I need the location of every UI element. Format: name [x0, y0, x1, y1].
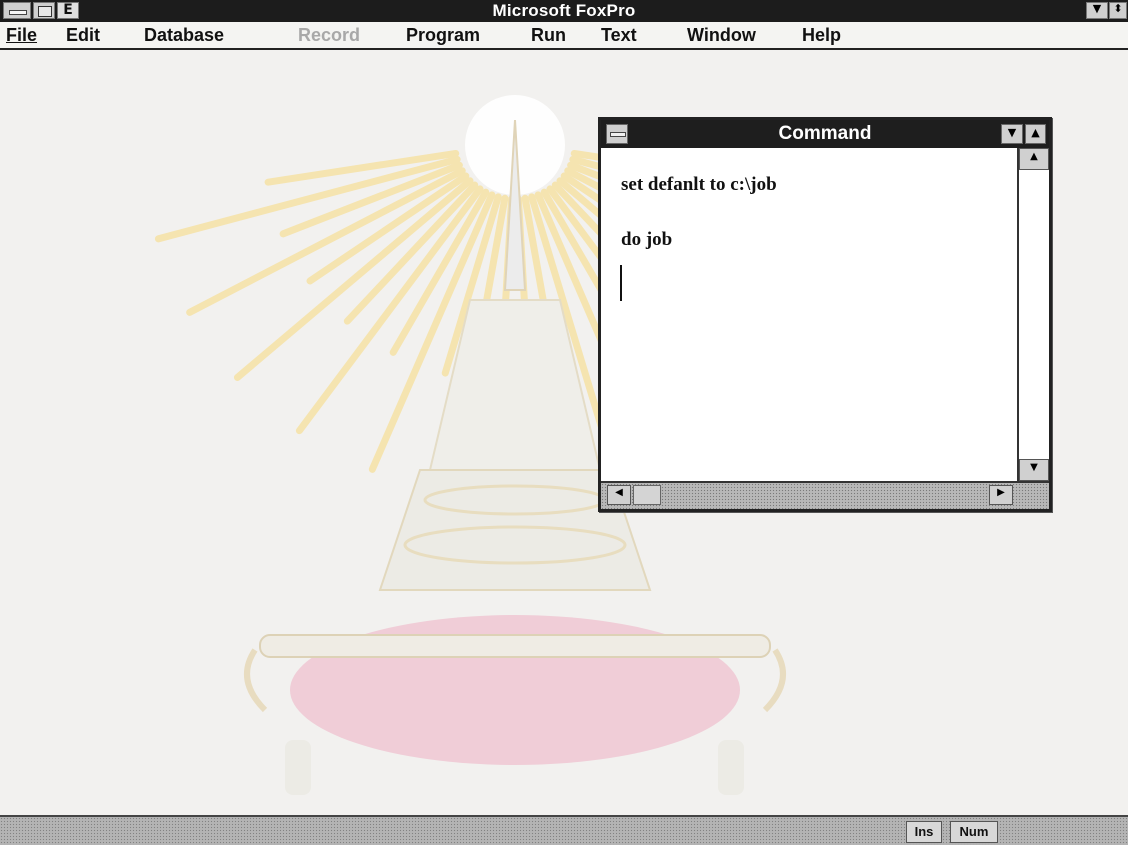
command-line: set defanlt to c:\job — [621, 174, 777, 195]
text-caret — [620, 265, 622, 301]
scroll-up-icon[interactable]: ▲ — [1019, 148, 1049, 170]
maximize-icon[interactable]: ⬍ — [1109, 2, 1127, 19]
menu-database[interactable]: Database — [144, 25, 224, 46]
status-bar: Ins Num — [0, 815, 1128, 845]
menu-text[interactable]: Text — [601, 25, 637, 46]
menu-bar: File Edit Database Record Program Run Te… — [0, 22, 1128, 50]
command-window[interactable]: Command ▼ ▲ set defanlt to c:\job do job… — [598, 117, 1052, 512]
scroll-left-icon[interactable]: ◀ — [607, 485, 631, 505]
scroll-right-icon[interactable]: ▶ — [989, 485, 1013, 505]
menu-file-label: File — [6, 25, 38, 45]
scroll-down-icon[interactable]: ▼ — [1019, 459, 1049, 481]
app-title: Microsoft FoxPro — [492, 1, 636, 20]
menu-help[interactable]: Help — [802, 25, 841, 46]
menu-window-label: Window — [687, 25, 756, 45]
minimize-icon[interactable]: ▼ — [1086, 2, 1108, 19]
menu-record[interactable]: Record — [298, 25, 360, 46]
menu-run[interactable]: Run — [531, 25, 566, 46]
command-window-title: Command — [778, 123, 872, 144]
menu-run-label: Run — [531, 25, 566, 45]
emblem-ray — [343, 181, 479, 325]
menu-program-label: Program — [406, 25, 481, 45]
menu-program[interactable]: Program — [406, 25, 480, 46]
vertical-scrollbar[interactable]: ▲ ▼ — [1017, 148, 1049, 481]
insert-mode-indicator: Ins — [906, 821, 942, 843]
command-maximize-icon[interactable]: ▲ — [1025, 124, 1046, 144]
menu-text-label: Text — [601, 25, 637, 45]
menu-edit-label: Edit — [66, 25, 100, 45]
command-window-titlebar[interactable]: Command ▼ ▲ — [601, 120, 1049, 148]
scroll-thumb[interactable] — [633, 485, 661, 505]
menu-help-label: Help — [802, 25, 842, 45]
menu-window[interactable]: Window — [687, 25, 756, 46]
command-line: do job — [621, 229, 673, 250]
horizontal-scrollbar[interactable]: ◀ ▶ — [601, 481, 1049, 509]
command-text-area[interactable]: set defanlt to c:\job do job — [601, 148, 1017, 481]
menu-record-label: Record — [298, 25, 361, 45]
title-bar: Microsoft FoxPro ▼ ⬍ — [0, 0, 1128, 22]
menu-file[interactable]: File — [6, 25, 37, 46]
menu-database-label: Database — [144, 25, 225, 45]
menu-edit[interactable]: Edit — [66, 25, 100, 46]
numlock-indicator: Num — [950, 821, 998, 843]
command-minimize-icon[interactable]: ▼ — [1001, 124, 1023, 144]
